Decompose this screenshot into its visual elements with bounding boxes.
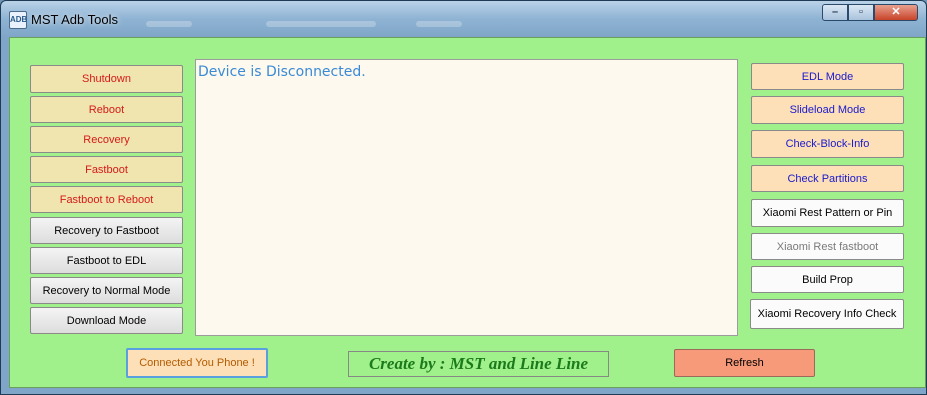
blur-decoration xyxy=(416,21,462,27)
blur-decoration xyxy=(266,21,376,27)
recovery-button[interactable]: Recovery xyxy=(30,126,183,153)
xiaomi-reset-pattern-button[interactable]: Xiaomi Rest Pattern or Pin xyxy=(751,199,904,227)
window-title: MST Adb Tools xyxy=(31,12,118,27)
shutdown-button[interactable]: Shutdown xyxy=(30,65,183,93)
refresh-button[interactable]: Refresh xyxy=(674,349,815,377)
build-prop-button[interactable]: Build Prop xyxy=(751,266,904,293)
check-block-info-button[interactable]: Check-Block-Info xyxy=(751,130,904,158)
xiaomi-recovery-info-check-button[interactable]: Xiaomi Recovery Info Check xyxy=(750,299,904,329)
recovery-to-normal-mode-button[interactable]: Recovery to Normal Mode xyxy=(30,277,183,304)
slideload-mode-button[interactable]: Slideload Mode xyxy=(751,96,904,124)
check-partitions-button[interactable]: Check Partitions xyxy=(751,165,904,192)
fastboot-to-edl-button[interactable]: Fastboot to EDL xyxy=(30,247,183,274)
app-window: ADB MST Adb Tools – ▫ ✕ Shutdown Reboot … xyxy=(0,0,927,395)
log-textbox[interactable]: Device is Disconnected. xyxy=(195,59,738,336)
main-panel: Shutdown Reboot Recovery Fastboot Fastbo… xyxy=(9,37,926,388)
blur-decoration xyxy=(146,21,192,27)
log-text: Device is Disconnected. xyxy=(198,64,366,80)
download-mode-button[interactable]: Download Mode xyxy=(30,307,183,334)
connection-status-button[interactable]: Connected You Phone ! xyxy=(126,348,268,378)
fastboot-button[interactable]: Fastboot xyxy=(30,156,183,183)
fastboot-to-reboot-button[interactable]: Fastboot to Reboot xyxy=(30,186,183,213)
edl-mode-button[interactable]: EDL Mode xyxy=(751,63,904,90)
credit-label: Create by : MST and Line Line xyxy=(348,351,609,377)
reboot-button[interactable]: Reboot xyxy=(30,96,183,123)
maximize-icon[interactable]: ▫ xyxy=(848,4,874,21)
recovery-to-fastboot-button[interactable]: Recovery to Fastboot xyxy=(30,217,183,244)
app-icon: ADB xyxy=(9,11,27,29)
xiaomi-reset-fastboot-button[interactable]: Xiaomi Rest fastboot xyxy=(751,233,904,260)
minimize-icon[interactable]: – xyxy=(822,4,848,21)
title-bar[interactable]: ADB MST Adb Tools – ▫ ✕ xyxy=(1,1,926,37)
window-controls: – ▫ ✕ xyxy=(822,4,918,21)
close-icon[interactable]: ✕ xyxy=(874,4,918,21)
